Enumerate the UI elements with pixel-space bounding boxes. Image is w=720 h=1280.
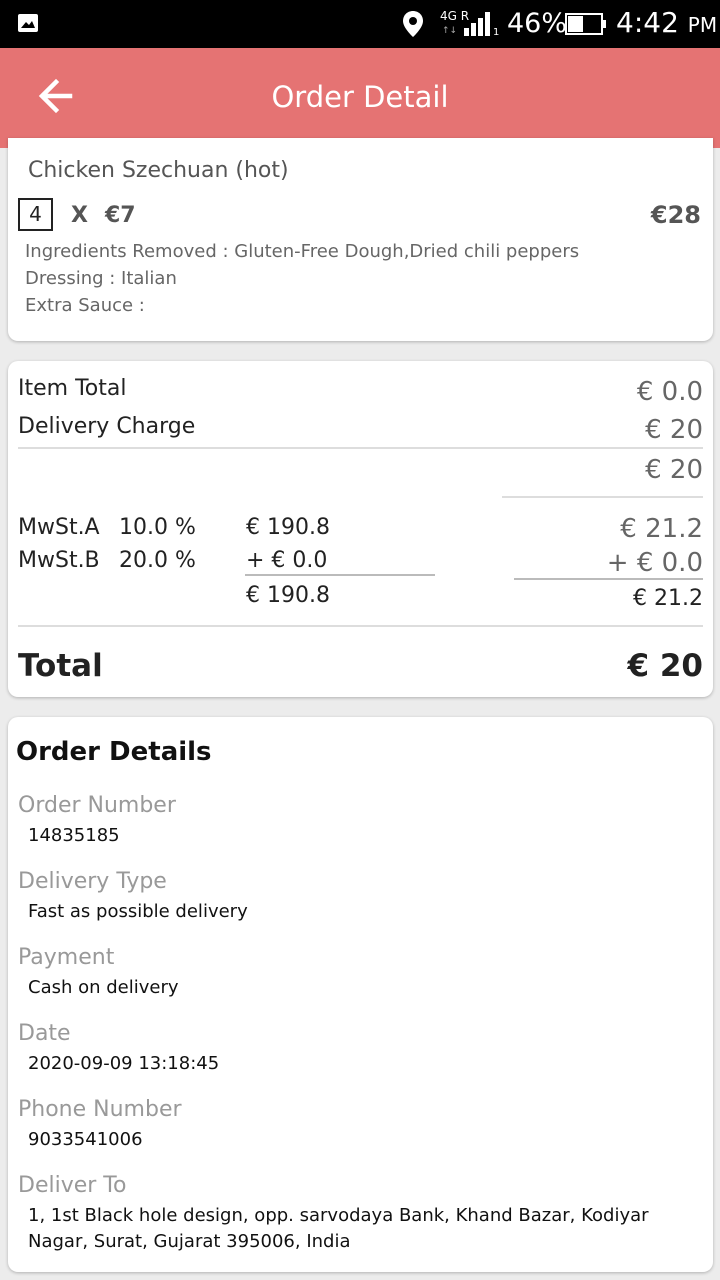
order-number: 14835185: [28, 825, 120, 846]
subtotal-value: € 20: [645, 455, 703, 485]
date-label: Date: [18, 1021, 71, 1046]
tax-base-b: + € 0.0: [246, 548, 328, 573]
item-line-price: €28: [650, 201, 701, 229]
total-value: € 20: [627, 648, 703, 684]
order-date: 2020-09-09 13:18:45: [28, 1053, 220, 1074]
item-total-value: € 0.0: [636, 377, 703, 407]
tax-rate-a: 10.0 %: [119, 515, 196, 540]
payment-label: Payment: [18, 945, 115, 970]
status-bar: 4G R ↑↓ 1 46% 4:42 PM: [0, 0, 720, 48]
image-notification-icon: [18, 14, 38, 32]
tax-base-a: € 190.8: [246, 515, 330, 540]
order-number-label: Order Number: [18, 793, 176, 818]
tax-amount-a: € 21.2: [620, 514, 703, 544]
page-title: Order Detail: [271, 80, 449, 114]
sim-slot-label: 1: [493, 27, 499, 36]
phone-number-label: Phone Number: [18, 1097, 182, 1122]
deliver-to-label: Deliver To: [18, 1173, 127, 1198]
ingredients-removed: Ingredients Removed : Gluten-Free Dough,…: [25, 241, 580, 262]
divider: [18, 447, 703, 449]
divider: [514, 578, 703, 580]
tax-rate-b: 20.0 %: [119, 548, 196, 573]
dressing: Dressing : Italian: [25, 268, 177, 289]
divider: [245, 574, 435, 576]
tax-amount-total: € 21.2: [633, 586, 703, 611]
divider: [502, 496, 703, 498]
delivery-charge-label: Delivery Charge: [18, 414, 196, 439]
quantity-times: X: [71, 203, 88, 228]
delivery-type: Fast as possible delivery: [28, 901, 248, 922]
app-bar: Order Detail: [0, 48, 720, 148]
payment-method: Cash on delivery: [28, 977, 179, 998]
total-label: Total: [18, 648, 103, 684]
price-summary-card: Item Total € 0.0 Delivery Charge € 20 € …: [8, 361, 713, 697]
order-details-title: Order Details: [16, 737, 212, 767]
signal-icon: 1: [464, 12, 499, 36]
item-unit-price: €7: [105, 203, 136, 228]
divider: [18, 625, 703, 627]
battery-icon: [565, 13, 606, 35]
location-icon: [403, 11, 423, 37]
tax-name-a: MwSt.A: [18, 515, 100, 540]
phone-number: 9033541006: [28, 1129, 143, 1150]
order-item-card: Chicken Szechuan (hot) 4 X €7 €28 Ingred…: [8, 138, 713, 341]
clock: 4:42 PM: [616, 6, 718, 39]
tax-amount-b: + € 0.0: [606, 548, 703, 578]
item-quantity: 4: [18, 198, 53, 231]
extra-sauce: Extra Sauce :: [25, 295, 145, 316]
data-arrows-icon: ↑↓: [442, 26, 458, 36]
delivery-address: 1, 1st Black hole design, opp. sarvodaya…: [28, 1205, 649, 1252]
tax-base-total: € 190.8: [246, 583, 330, 608]
delivery-charge-value: € 20: [645, 415, 703, 445]
item-name: Chicken Szechuan (hot): [28, 158, 289, 183]
battery-percent: 46%: [507, 8, 568, 39]
delivery-type-label: Delivery Type: [18, 869, 167, 894]
order-details-card: Order Details Order Number 14835185 Deli…: [8, 717, 713, 1272]
tax-name-b: MwSt.B: [18, 548, 100, 573]
item-total-label: Item Total: [18, 376, 127, 401]
